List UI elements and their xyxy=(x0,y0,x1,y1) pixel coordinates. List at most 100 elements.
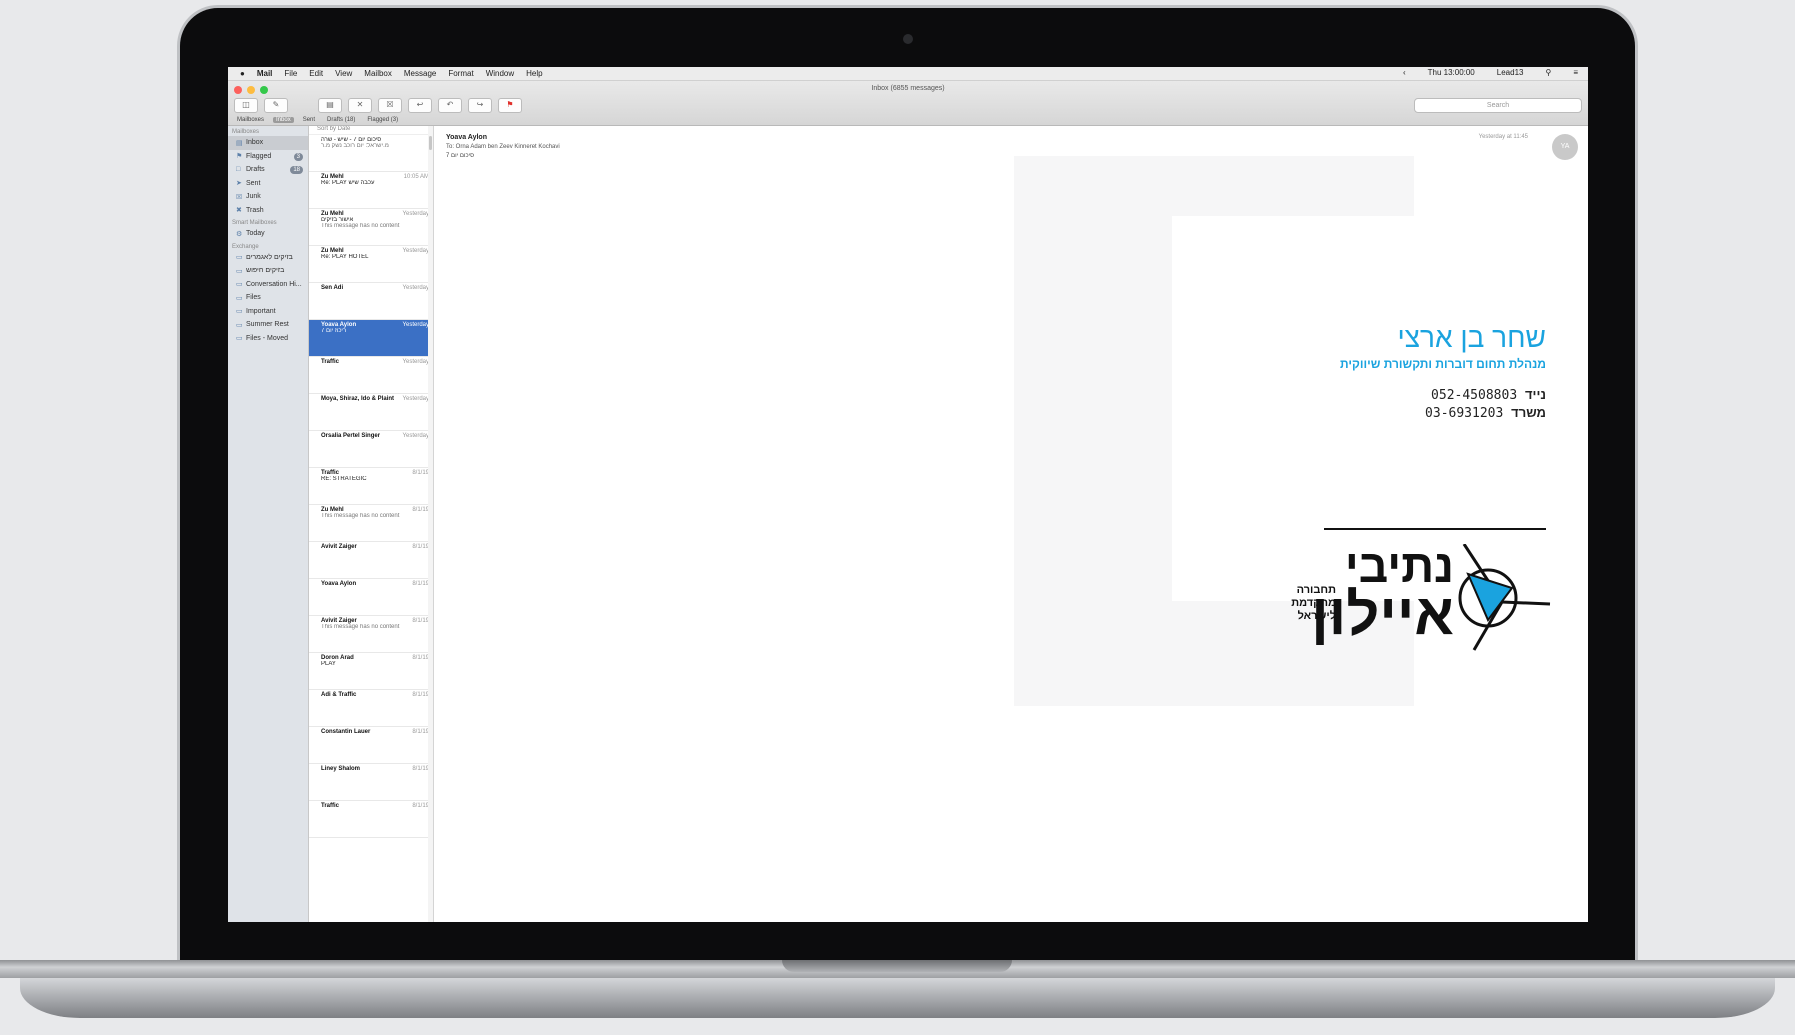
message-row[interactable]: Zu Mehl 10:05 AM Re: PLAY עכבה שיש xyxy=(309,172,433,209)
sidebar-item[interactable]: ▭ בזיקים חיפוש xyxy=(228,264,308,278)
junk-icon: ☒ xyxy=(236,193,243,201)
scroll-thumb[interactable] xyxy=(429,136,432,150)
sidebar-item-label: Sent xyxy=(246,179,261,187)
user-name[interactable]: Lead13 xyxy=(1497,68,1524,77)
message-row[interactable]: Zu Mehl Yesterday Re: PLAY HOTEL xyxy=(309,246,433,283)
menu-format[interactable]: Format xyxy=(448,69,473,78)
reply-all-icon[interactable]: ↶ xyxy=(438,98,462,113)
search-icon[interactable]: ⚲ xyxy=(1545,68,1551,77)
sidebar-toggle-icon[interactable]: ◫ xyxy=(234,98,258,113)
list-icon[interactable]: ≡ xyxy=(1573,68,1578,77)
message-date: Yesterday xyxy=(402,285,429,291)
message-row[interactable]: Avivit Zaiger 8/1/19 This message has no c… xyxy=(309,616,433,653)
flag-icon: ⚑ xyxy=(236,153,243,161)
sidebar-item-label: Important xyxy=(246,307,276,315)
sidebar-item[interactable]: ▭ Summer Rest xyxy=(228,318,308,332)
sidebar-item[interactable]: ☒ Junk xyxy=(228,190,308,204)
sidebar-item[interactable]: ▭ Files - Moved xyxy=(228,332,308,346)
flag-icon[interactable]: ⚑ xyxy=(498,98,522,113)
fav-sent[interactable]: Sent xyxy=(300,117,318,123)
compass-icon xyxy=(1458,544,1551,651)
message-row[interactable]: Zu Mehl Yesterday אישור בזיקים This message… xyxy=(309,209,433,246)
message-row[interactable]: Yoava Aylon 8/1/19 xyxy=(309,579,433,616)
message-subject: ריכוז יום 7 xyxy=(321,328,347,334)
sidebar-item-label: Inbox xyxy=(246,139,264,147)
message-date: Yesterday xyxy=(402,211,429,217)
sidebar-item[interactable]: ➤ Sent xyxy=(228,177,308,191)
menu-mailbox[interactable]: Mailbox xyxy=(364,69,392,78)
sidebar-item[interactable]: ▭ בזיקים לאגמרים xyxy=(228,251,308,265)
clock[interactable]: Thu 13:00:00 xyxy=(1428,68,1475,77)
fav-mailboxes[interactable]: Mailboxes xyxy=(234,117,267,123)
bluetooth-icon[interactable]: ‹ xyxy=(1403,68,1406,77)
menu-bar: ● Mail File Edit View Mailbox Message Fo… xyxy=(228,67,1588,81)
forward-icon[interactable]: ↪ xyxy=(468,98,492,113)
message-row[interactable]: Constantin Lauer 8/1/19 xyxy=(309,727,433,764)
sidebar-item[interactable]: ✖ Trash xyxy=(228,204,308,218)
menu-edit[interactable]: Edit xyxy=(309,69,323,78)
message-date: Yesterday at 11:45 xyxy=(1478,134,1528,140)
message-row[interactable]: Zu Mehl 8/1/19 This message has no content xyxy=(309,505,433,542)
apple-icon[interactable]: ● xyxy=(240,69,245,78)
signature-divider xyxy=(1324,528,1546,530)
message-date: Yesterday xyxy=(402,322,429,328)
folder-icon: ▭ xyxy=(236,294,243,302)
mailbox-sidebar: Mailboxes ▤ Inbox ⚑ Flagged 3 □ Drafts 18 ➤ Sent ☒ J… xyxy=(228,126,309,922)
menu-window[interactable]: Window xyxy=(486,69,514,78)
junk-icon[interactable]: ☒ xyxy=(378,98,402,113)
sidebar-item[interactable]: ⚑ Flagged 3 xyxy=(228,150,308,164)
folder-icon: ▭ xyxy=(236,335,243,343)
message-view: Yoava Aylon To: Orna Adam ben Zeev Kinne… xyxy=(434,126,1588,922)
compose-icon[interactable]: ✎ xyxy=(264,98,288,113)
reply-icon[interactable]: ↩ xyxy=(408,98,432,113)
sidebar-item[interactable]: ▭ Files xyxy=(228,291,308,305)
message-row[interactable]: Traffic 8/1/19 RE: STRATEGIC xyxy=(309,468,433,505)
fav-flagged[interactable]: Flagged (3) xyxy=(364,117,401,123)
favorites-bar: Mailboxes Inbox Sent Drafts (18) Flagged… xyxy=(228,114,1588,125)
office-number[interactable]: 03-6931203 xyxy=(1425,406,1503,421)
message-row[interactable]: Orsalia Pertel Singer Yesterday xyxy=(309,431,433,468)
sidebar-item[interactable]: □ Drafts 18 xyxy=(228,163,308,177)
sidebar-item[interactable]: ⚙ Today xyxy=(228,227,308,241)
message-row[interactable]: Traffic 8/1/19 xyxy=(309,801,433,838)
sidebar-item-label: Summer Rest xyxy=(246,321,289,329)
message-row[interactable]: Sen Adi Yesterday xyxy=(309,283,433,320)
sidebar-item-label: Files xyxy=(246,294,261,302)
menu-message[interactable]: Message xyxy=(404,69,436,78)
message-row[interactable]: Doron Arad 8/1/19 PLAY xyxy=(309,653,433,690)
message-row[interactable]: Liney Shalom 8/1/19 xyxy=(309,764,433,801)
message-date: 8/1/19 xyxy=(412,803,429,809)
fav-inbox[interactable]: Inbox xyxy=(273,116,294,123)
mobile-number[interactable]: 052-4508803 xyxy=(1431,388,1517,403)
sidebar-item-label: בזיקים חיפוש xyxy=(246,267,285,275)
message-preview: This message has no content xyxy=(321,223,400,229)
sort-bar[interactable]: Sort by Date xyxy=(309,126,433,135)
message-row[interactable]: סיכום יום 7 - שיש - שרה מ.ישראל: יום רוכב… xyxy=(309,135,433,172)
sidebar-item[interactable]: ▭ Important xyxy=(228,305,308,319)
base-lip xyxy=(20,978,1775,1018)
menu-extras: ‹ Thu 13:00:00 Lead13 ⚲ ≡ xyxy=(1391,68,1578,77)
menu-help[interactable]: Help xyxy=(526,69,542,78)
scrollbar[interactable] xyxy=(428,126,433,922)
menu-mail[interactable]: Mail xyxy=(257,69,273,78)
toolbar-buttons: ◫ ✎ ▤ ✕ ☒ ↩ ↶ ↪ ⚑ xyxy=(234,98,522,113)
message-row[interactable]: Yoava Aylon Yesterday ריכוז יום 7 xyxy=(309,320,433,357)
message-row[interactable]: Traffic Yesterday xyxy=(309,357,433,394)
sidebar-item[interactable]: ▤ Inbox xyxy=(228,136,308,150)
message-subject: RE: STRATEGIC xyxy=(321,476,367,482)
trash-icon: ✖ xyxy=(236,207,242,215)
search-input[interactable]: Search xyxy=(1414,98,1582,113)
archive-icon[interactable]: ▤ xyxy=(318,98,342,113)
message-date: 8/1/19 xyxy=(412,692,429,698)
document-icon: □ xyxy=(236,166,241,174)
sidebar-section-header: Exchange xyxy=(232,243,259,250)
trash-icon[interactable]: ✕ xyxy=(348,98,372,113)
message-row[interactable]: Avivit Zaiger 8/1/19 xyxy=(309,542,433,579)
sidebar-item[interactable]: ▭ Conversation Hi... xyxy=(228,278,308,292)
message-row[interactable]: Moya, Shiraz, Ido & Plaint Yesterday xyxy=(309,394,433,431)
message-row[interactable]: Adi & Traffic 8/1/19 xyxy=(309,690,433,727)
menu-file[interactable]: File xyxy=(284,69,297,78)
fav-drafts[interactable]: Drafts (18) xyxy=(324,117,358,123)
message-date: 8/1/19 xyxy=(412,766,429,772)
menu-view[interactable]: View xyxy=(335,69,352,78)
